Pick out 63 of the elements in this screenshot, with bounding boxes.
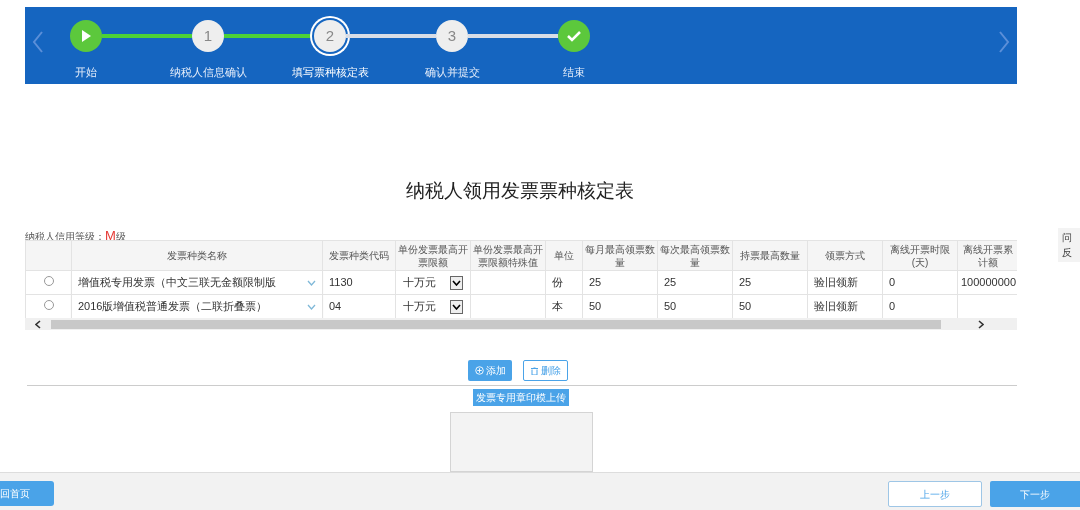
table-cell: 50 xyxy=(589,300,602,313)
column-header: 单份发票最高开票限额 xyxy=(398,243,468,268)
table-cell: 份 xyxy=(552,276,563,289)
dropdown-button[interactable] xyxy=(450,275,463,290)
table-cell: 0 xyxy=(889,300,896,313)
column-header: 持票最高数量 xyxy=(740,250,800,261)
table-cell: 验旧领新 xyxy=(814,276,858,289)
table-cell: 25 xyxy=(739,276,752,289)
table-cell-text: 十万元 xyxy=(403,299,436,315)
radio-button[interactable] xyxy=(43,300,54,311)
step-label: 开始 xyxy=(75,65,97,80)
plus-circle-icon xyxy=(474,366,484,375)
table-cell: 04 xyxy=(329,300,342,313)
table-cell: 25 xyxy=(664,276,677,289)
column-header: 离线开票时限(天) xyxy=(890,243,950,268)
invoice-type-select[interactable]: 增值税专用发票（中文三联无金额限制版 xyxy=(72,271,322,294)
column-header: 单份发票最高开票限额特殊值 xyxy=(473,243,543,268)
scrollbar-thumb[interactable] xyxy=(51,319,941,329)
feedback-tab[interactable]: 问 反 xyxy=(1058,228,1080,262)
column-header: 单位 xyxy=(554,250,574,261)
step-label: 结束 xyxy=(563,65,585,80)
step-number: 3 xyxy=(436,20,468,52)
scroll-right-icon[interactable] xyxy=(978,319,984,329)
column-header: 每次最高领票数量 xyxy=(660,243,730,268)
step-number: 2 xyxy=(314,20,346,52)
previous-button[interactable]: 上一步 xyxy=(888,481,982,507)
delete-button[interactable]: 删除 xyxy=(523,360,568,381)
table-cell: 1130 xyxy=(329,276,353,289)
chevron-down-icon xyxy=(307,303,316,310)
chevron-down-icon xyxy=(307,279,316,286)
scroll-left-icon[interactable] xyxy=(35,319,41,329)
table-cell: 50 xyxy=(664,300,677,313)
horizontal-scrollbar[interactable] xyxy=(25,318,1017,330)
next-button[interactable]: 下一步 xyxy=(990,481,1080,507)
radio-button[interactable] xyxy=(43,276,54,287)
add-button[interactable]: 添加 xyxy=(468,360,512,381)
step-number: 1 xyxy=(192,20,224,52)
chevron-down-icon xyxy=(452,303,461,310)
home-button[interactable]: 回首页 xyxy=(0,481,54,506)
table-cell: 100000000 xyxy=(961,276,1017,289)
chevron-down-icon xyxy=(452,279,461,286)
table-cell: 25 xyxy=(589,276,602,289)
table-cell: 50 xyxy=(739,300,752,313)
page-title: 纳税人领用发票票种核定表 xyxy=(405,179,635,203)
table-cell-text: 十万元 xyxy=(403,275,436,291)
play-icon xyxy=(70,20,102,52)
column-header: 发票种类代码 xyxy=(329,250,389,261)
column-header: 每月最高领票数量 xyxy=(585,243,655,268)
dropdown-button[interactable] xyxy=(450,299,463,314)
table-cell: 验旧领新 xyxy=(814,300,858,313)
column-header: 离线开票累计额 xyxy=(962,243,1013,268)
stamp-upload-area[interactable] xyxy=(450,412,593,472)
step-label: 纳税人信息确认 xyxy=(169,65,247,80)
column-header: 领票方式 xyxy=(825,250,865,261)
invoice-type-select[interactable]: 2016版增值税普通发票（二联折叠票） xyxy=(72,295,322,318)
upload-label[interactable]: 发票专用章印模上传 xyxy=(473,389,569,406)
trash-icon xyxy=(530,366,538,375)
table-cell: 0 xyxy=(889,276,896,289)
step-label: 填写票种核定表 xyxy=(291,65,369,80)
table-cell: 本 xyxy=(552,300,563,313)
column-header: 发票种类名称 xyxy=(167,250,227,261)
check-icon xyxy=(558,20,590,52)
step-label: 确认并提交 xyxy=(424,65,480,80)
